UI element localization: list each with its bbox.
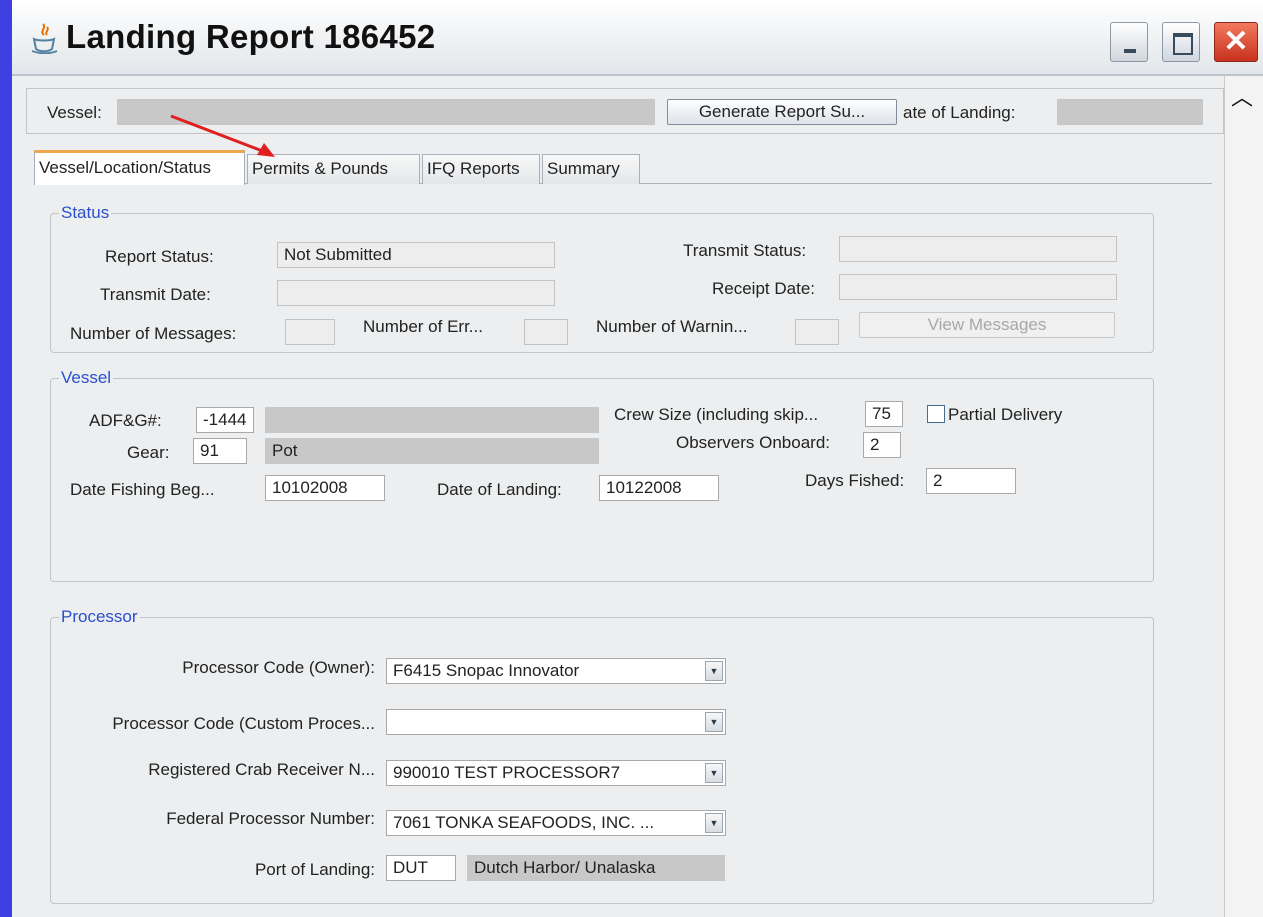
- processor-owner-value: F6415 Snopac Innovator: [393, 661, 580, 680]
- receipt-date-field: [839, 274, 1117, 300]
- federal-processor-value: 7061 TONKA SEAFOODS, INC. ...: [393, 813, 655, 832]
- status-group-title: Status: [59, 203, 112, 223]
- close-icon: ✕: [1223, 25, 1249, 58]
- observers-onboard-label: Observers Onboard:: [676, 433, 831, 452]
- tab-summary[interactable]: Summary: [542, 154, 640, 184]
- adfg-number-field[interactable]: -1444: [196, 407, 254, 433]
- crab-receiver-value: 990010 TEST PROCESSOR7: [393, 763, 621, 782]
- vessel-description-field: [265, 407, 599, 433]
- report-status-field: Not Submitted: [277, 242, 555, 268]
- date-of-landing-label: Date of Landing:: [437, 480, 562, 499]
- transmit-status-label: Transmit Status:: [683, 241, 807, 260]
- crew-size-label: Crew Size (including skip...: [614, 405, 819, 424]
- partial-delivery-label: Partial Delivery: [948, 405, 1063, 424]
- chevron-down-icon[interactable]: ▼: [705, 813, 723, 833]
- processor-custom-select[interactable]: ▼: [386, 709, 726, 735]
- port-of-landing-label: Port of Landing:: [254, 860, 375, 879]
- generate-report-button[interactable]: Generate Report Su...: [667, 99, 897, 125]
- chevron-down-icon[interactable]: ▼: [705, 661, 723, 681]
- transmit-date-label: Transmit Date:: [100, 285, 211, 304]
- number-of-errors-label: Number of Err...: [363, 317, 483, 336]
- processor-custom-label: Processor Code (Custom Proces...: [112, 714, 375, 733]
- crab-receiver-label: Registered Crab Receiver N...: [148, 760, 375, 779]
- gear-label: Gear:: [127, 443, 170, 462]
- federal-processor-label: Federal Processor Number:: [166, 809, 375, 828]
- days-fished-field[interactable]: 2: [926, 468, 1016, 494]
- maximize-button[interactable]: [1162, 22, 1200, 62]
- window-title: Landing Report 186452: [66, 18, 436, 55]
- date-of-landing-header-label: ate of Landing:: [903, 103, 1016, 122]
- processor-owner-label: Processor Code (Owner):: [182, 658, 375, 677]
- number-of-warnings-label: Number of Warnin...: [596, 317, 748, 336]
- transmit-status-field: [839, 236, 1117, 262]
- number-of-messages-field: [285, 319, 335, 345]
- date-fishing-began-label: Date Fishing Beg...: [70, 480, 215, 499]
- date-of-landing-field[interactable]: 10122008: [599, 475, 719, 501]
- date-of-landing-header-field: [1057, 99, 1203, 125]
- transmit-date-field: [277, 280, 555, 306]
- crew-size-field[interactable]: 75: [865, 401, 903, 427]
- processor-group: Processor Processor Code (Owner): F6415 …: [50, 607, 1154, 904]
- tab-strip: Vessel/Location/Status Permits & Pounds …: [34, 150, 1234, 185]
- observers-onboard-field[interactable]: 2: [863, 432, 901, 458]
- view-messages-button[interactable]: View Messages: [859, 312, 1115, 338]
- report-status-label: Report Status:: [105, 247, 214, 266]
- vertical-scrollbar[interactable]: ︿: [1224, 76, 1263, 917]
- title-bar: Landing Report 186452 ✕: [12, 0, 1263, 76]
- chevron-up-icon[interactable]: ︿: [1231, 80, 1253, 112]
- status-group: Status Report Status: Not Submitted Tran…: [50, 203, 1154, 353]
- minimize-button[interactable]: [1110, 22, 1148, 62]
- java-icon: [31, 23, 58, 54]
- gear-name-field: Pot: [265, 438, 599, 464]
- receipt-date-label: Receipt Date:: [712, 279, 815, 298]
- days-fished-label: Days Fished:: [805, 471, 905, 490]
- federal-processor-select[interactable]: 7061 TONKA SEAFOODS, INC. ... ▼: [386, 810, 726, 836]
- landing-report-window: Landing Report 186452 ✕ Vessel: Generate…: [12, 0, 1263, 917]
- number-of-errors-field: [524, 319, 568, 345]
- processor-owner-select[interactable]: F6415 Snopac Innovator ▼: [386, 658, 726, 684]
- date-fishing-began-field[interactable]: 10102008: [265, 475, 385, 501]
- vessel-group: Vessel ADF&G#: -1444 Gear: 91 Pot Date F…: [50, 368, 1154, 582]
- tab-vessel-location-status[interactable]: Vessel/Location/Status: [34, 150, 245, 185]
- vessel-group-title: Vessel: [59, 368, 114, 388]
- vessel-label: Vessel:: [47, 103, 102, 122]
- port-name-field: Dutch Harbor/ Unalaska: [467, 855, 725, 881]
- adfg-label: ADF&G#:: [89, 411, 162, 430]
- close-button[interactable]: ✕: [1214, 22, 1258, 62]
- chevron-down-icon[interactable]: ▼: [705, 763, 723, 783]
- processor-group-title: Processor: [59, 607, 140, 627]
- report-content: Vessel: Generate Report Su... ate of Lan…: [12, 76, 1224, 917]
- chevron-down-icon[interactable]: ▼: [705, 712, 723, 732]
- number-of-warnings-field: [795, 319, 839, 345]
- number-of-messages-label: Number of Messages:: [70, 324, 237, 343]
- tab-ifq-reports[interactable]: IFQ Reports: [422, 154, 540, 184]
- port-code-field[interactable]: DUT: [386, 855, 456, 881]
- partial-delivery-checkbox[interactable]: [927, 405, 945, 423]
- gear-code-field[interactable]: 91: [193, 438, 247, 464]
- crab-receiver-select[interactable]: 990010 TEST PROCESSOR7 ▼: [386, 760, 726, 786]
